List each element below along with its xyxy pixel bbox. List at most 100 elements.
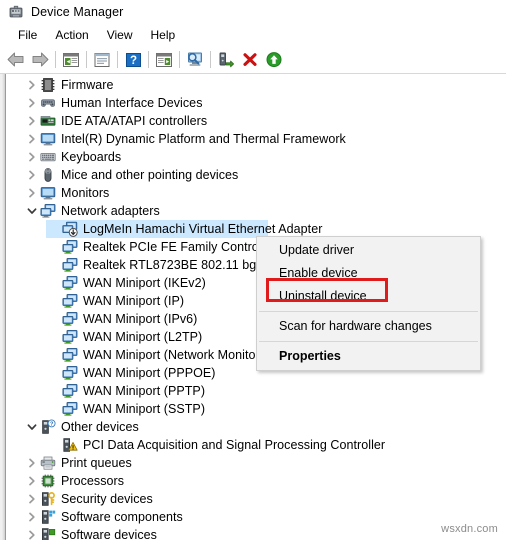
tree-row-label: Software components [61, 510, 183, 524]
tree-row-label: Firmware [61, 78, 114, 92]
watermark: wsxdn.com [441, 523, 498, 535]
scan-for-hardware-changes-icon[interactable] [183, 48, 207, 72]
forward-icon[interactable] [28, 48, 52, 72]
tree-row-label: WAN Miniport (Network Monitor) [83, 348, 264, 362]
tree-row-label: Processors [61, 474, 125, 488]
network-device-icon [62, 293, 78, 309]
network-device-icon [62, 329, 78, 345]
chevron-right-icon[interactable] [24, 490, 40, 508]
tree-row-label: WAN Miniport (PPPOE) [83, 366, 216, 380]
tree-row-label: Print queues [61, 456, 132, 470]
help-icon[interactable]: ? [121, 48, 145, 72]
tree-row-label: WAN Miniport (IPv6) [83, 312, 198, 326]
toolbar-separator [86, 51, 87, 68]
menu-view[interactable]: View [98, 26, 142, 44]
tree-row-label: WAN Miniport (IKEv2) [83, 276, 206, 290]
network-device-icon [62, 311, 78, 327]
tree-row[interactable]: Keyboards [6, 148, 500, 166]
tree-row[interactable]: Processors [6, 472, 500, 490]
tree-row-label: Monitors [61, 186, 110, 200]
tree-row-label: WAN Miniport (L2TP) [83, 330, 203, 344]
chevron-right-icon[interactable] [24, 94, 40, 112]
tree-row[interactable]: Security devices [6, 490, 500, 508]
window-title: Device Manager [31, 5, 124, 19]
svg-text:?: ? [129, 55, 136, 67]
tree-row-label: Keyboards [61, 150, 122, 164]
chevron-right-icon[interactable] [24, 166, 40, 184]
tree-row[interactable]: Software devices [6, 526, 500, 540]
chevron-right-icon[interactable] [24, 184, 40, 202]
context-menu-item-properties[interactable]: Properties [257, 345, 480, 368]
toolbar-separator [179, 51, 180, 68]
menu-file[interactable]: File [9, 26, 46, 44]
firmware-icon [40, 77, 56, 93]
show-hide-action-pane-icon[interactable] [152, 48, 176, 72]
context-menu-item-scan-for-hardware-changes[interactable]: Scan for hardware changes [257, 315, 480, 338]
uninstall-device-icon[interactable] [238, 48, 262, 72]
tree-row-label: Software devices [61, 528, 157, 540]
network-device-icon [62, 347, 78, 363]
tree-row[interactable]: Monitors [6, 184, 500, 202]
software-device-icon [40, 527, 56, 540]
other-device-icon: ? [40, 419, 56, 435]
toolbar-separator [117, 51, 118, 68]
back-icon[interactable] [4, 48, 28, 72]
device-manager-icon [8, 4, 24, 20]
toolbar: ? [0, 46, 506, 74]
context-menu[interactable]: Update driver Enable device Uninstall de… [256, 236, 481, 371]
tree-row-label: PCI Data Acquisition and Signal Processi… [83, 438, 386, 452]
monitor-icon [40, 131, 56, 147]
update-driver-icon[interactable] [214, 48, 238, 72]
tree-row-label: WAN Miniport (IP) [83, 294, 185, 308]
security-device-icon [40, 491, 56, 507]
tree-row-label: WAN Miniport (PPTP) [83, 384, 206, 398]
tree-row[interactable]: WAN Miniport (SSTP) [6, 400, 500, 418]
chevron-right-icon[interactable] [24, 130, 40, 148]
menu-help[interactable]: Help [142, 26, 185, 44]
chevron-right-icon[interactable] [24, 472, 40, 490]
title-bar: Device Manager [0, 0, 506, 24]
software-component-icon [40, 509, 56, 525]
chevron-right-icon[interactable] [24, 112, 40, 130]
ide-controller-icon [40, 113, 56, 129]
properties-icon[interactable] [90, 48, 114, 72]
tree-row[interactable]: Human Interface Devices [6, 94, 500, 112]
tree-row-label: IDE ATA/ATAPI controllers [61, 114, 208, 128]
chevron-down-icon[interactable] [24, 202, 40, 220]
tree-row[interactable]: Intel(R) Dynamic Platform and Thermal Fr… [6, 130, 500, 148]
tree-row[interactable]: ? Other devices [6, 418, 500, 436]
tree-row[interactable]: Software components [6, 508, 500, 526]
enable-device-icon[interactable] [262, 48, 286, 72]
tree-row[interactable]: Print queues [6, 454, 500, 472]
svg-text:?: ? [50, 422, 53, 428]
tree-row[interactable]: PCI Data Acquisition and Signal Processi… [6, 436, 500, 454]
tree-row[interactable]: Firmware [6, 76, 500, 94]
toolbar-separator [148, 51, 149, 68]
chevron-right-icon[interactable] [24, 454, 40, 472]
tree-row[interactable]: Mice and other pointing devices [6, 166, 500, 184]
network-device-icon [62, 239, 78, 255]
chevron-right-icon[interactable] [24, 76, 40, 94]
context-menu-item-enable-device[interactable]: Enable device [257, 262, 480, 285]
tree-row-label: Intel(R) Dynamic Platform and Thermal Fr… [61, 132, 346, 146]
toolbar-separator [55, 51, 56, 68]
tree-row[interactable]: IDE ATA/ATAPI controllers [6, 112, 500, 130]
tree-row-label: Human Interface Devices [61, 96, 203, 110]
tree-row[interactable]: Network adapters [6, 202, 500, 220]
menu-action[interactable]: Action [46, 26, 97, 44]
show-hide-console-tree-icon[interactable] [59, 48, 83, 72]
chevron-right-icon[interactable] [24, 526, 40, 540]
chevron-down-icon[interactable] [24, 418, 40, 436]
context-menu-item-update-driver[interactable]: Update driver [257, 239, 480, 262]
chevron-right-icon[interactable] [24, 148, 40, 166]
processor-icon [40, 473, 56, 489]
chevron-right-icon[interactable] [24, 508, 40, 526]
tree-row[interactable]: WAN Miniport (PPTP) [6, 382, 500, 400]
context-menu-item-uninstall-device[interactable]: Uninstall device [257, 285, 480, 308]
